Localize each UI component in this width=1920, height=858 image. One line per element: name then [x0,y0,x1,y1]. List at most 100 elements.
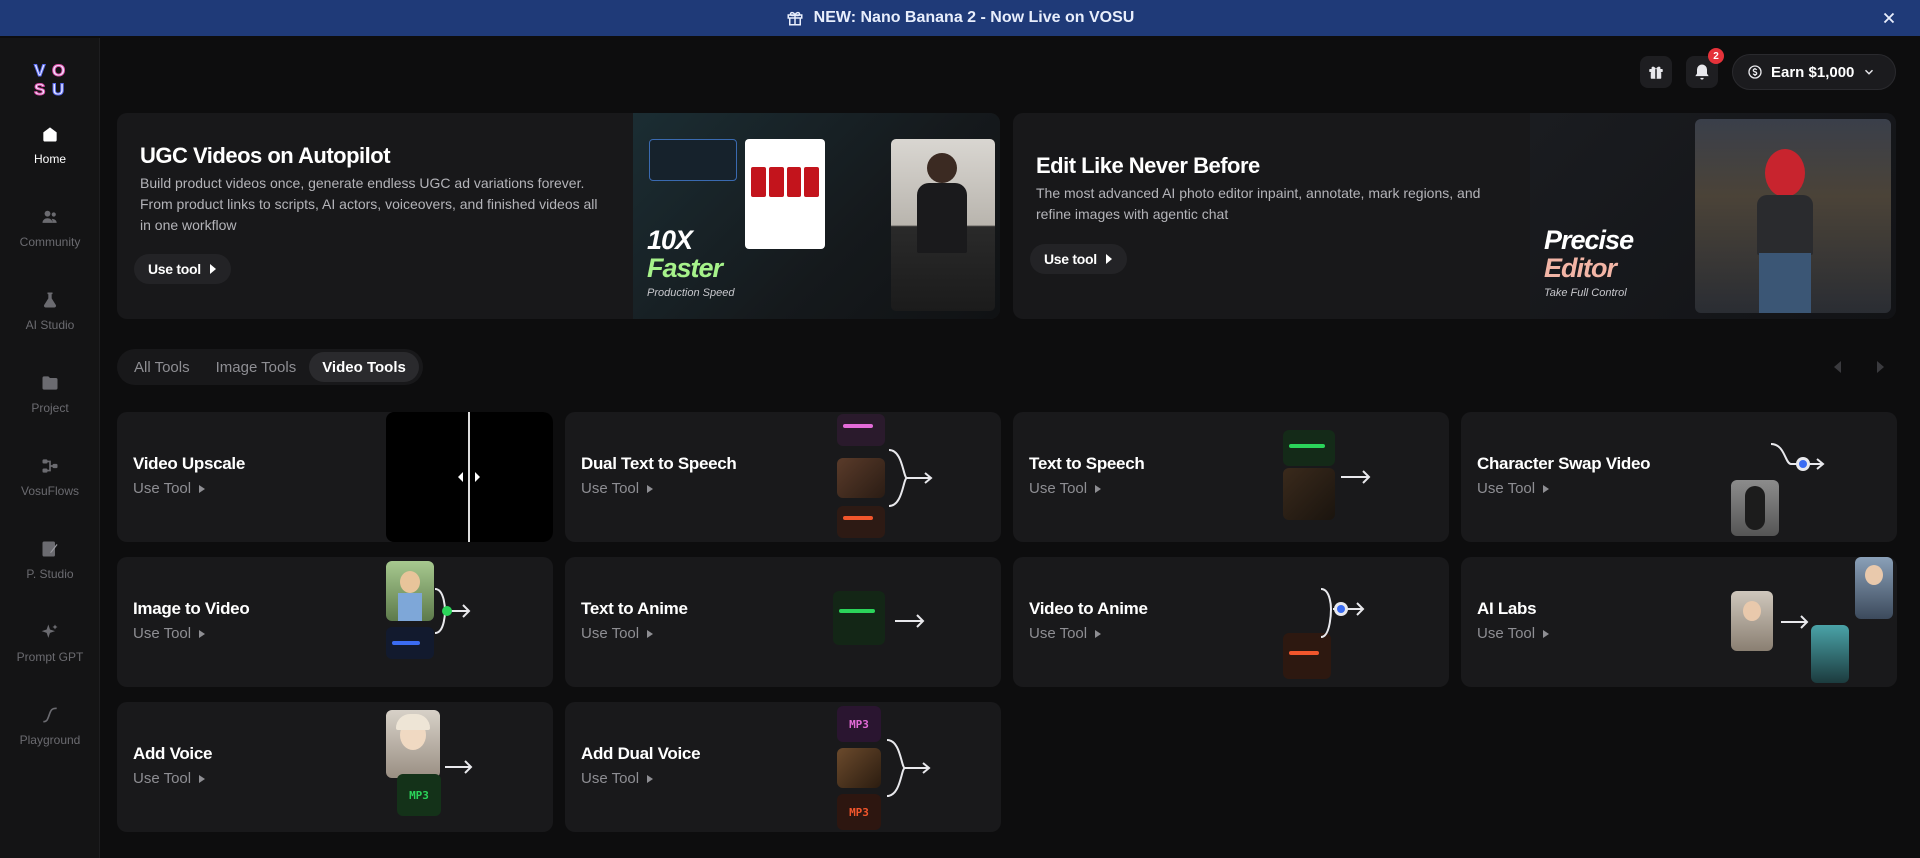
sidebar-item-ai-studio[interactable]: AI Studio [0,290,100,350]
notification-count-badge: 2 [1708,48,1724,64]
tool-card-image-to-video[interactable]: Image to Video Use Tool [117,557,553,687]
merge-arrow-icon [435,588,471,634]
tool-category-tabs: All Tools Image Tools Video Tools [117,349,423,385]
tool-title: Character Swap Video [1477,454,1651,473]
use-tool-link[interactable]: Use Tool [1477,625,1550,642]
mp3-file-icon: MP3 [837,706,881,742]
sidebar-item-home[interactable]: Home [0,124,100,184]
tool-title: Add Dual Voice [581,744,701,763]
tool-card-video-to-anime[interactable]: Video to Anime Use Tool [1013,557,1449,687]
speaker-thumbnail [837,748,881,788]
hero-card-ugc[interactable]: UGC Videos on Autopilot Build product vi… [117,113,1000,319]
tab-all-tools[interactable]: All Tools [121,352,203,382]
use-tool-label: Use Tool [1477,625,1536,642]
editor-photo [1695,119,1891,313]
announcement-banner[interactable]: NEW: Nano Banana 2 - Now Live on VOSU [0,0,1920,36]
tool-card-video-upscale[interactable]: Video Upscale Use Tool [117,412,553,542]
sidebar-item-p-studio[interactable]: P. Studio [0,539,100,599]
woman-thumbnail [386,710,440,778]
tool-title: Image to Video [133,599,250,618]
tool-card-text-to-speech[interactable]: Text to Speech Use Tool [1013,412,1449,542]
hero-title: UGC Videos on Autopilot [140,143,391,168]
home-icon [43,127,57,142]
sidebar-item-community[interactable]: Community [0,207,100,267]
tool-card-add-dual-voice[interactable]: Add Dual Voice Use Tool MP3 MP3 [565,702,1001,832]
mp3-label: MP3 [849,717,869,731]
play-arrow-icon [647,774,654,783]
play-arrow-icon [1095,484,1102,493]
tab-image-tools[interactable]: Image Tools [203,352,310,382]
hero-stat-caption: Production Speed [647,287,735,299]
palette-icon [42,541,58,557]
play-arrow-icon [199,629,206,638]
green-text-block [833,591,885,645]
play-arrow-icon [1095,629,1102,638]
earn-label: Earn $1,000 [1771,63,1855,81]
notifications-button[interactable]: 2 [1686,48,1724,88]
speaker-thumbnail [1283,468,1335,520]
use-tool-link[interactable]: Use Tool [1477,480,1550,497]
hero-card-editor[interactable]: Edit Like Never Before The most advanced… [1013,113,1896,319]
sidebar-item-vosuflows[interactable]: VosuFlows [0,456,100,516]
use-tool-link[interactable]: Use Tool [133,770,206,787]
script-node [649,139,737,181]
gift-button[interactable] [1640,56,1672,88]
use-tool-link[interactable]: Use Tool [581,770,654,787]
folder-icon [42,376,58,390]
curve-icon [43,707,57,723]
use-tool-link[interactable]: Use Tool [1029,625,1102,642]
use-tool-button[interactable]: Use tool [134,254,231,284]
sidebar-item-project[interactable]: Project [0,373,100,433]
pink-text-block [837,414,885,446]
tool-card-ai-labs[interactable]: AI Labs Use Tool [1461,557,1897,687]
scroll-left-icon[interactable] [1828,357,1848,377]
banner-text: NEW: Nano Banana 2 - Now Live on VOSU [813,9,1135,26]
hero-stat-precise: Precise [1544,225,1634,255]
swap-arrow-icon [1770,443,1825,471]
scroll-right-icon[interactable] [1870,357,1890,377]
gift-icon [787,11,803,26]
sidebar-item-label: Community [19,235,81,249]
tool-title: AI Labs [1477,599,1537,618]
use-tool-label: Use Tool [133,770,192,787]
use-tool-label: Use tool [1044,251,1097,267]
tool-card-dual-text-to-speech[interactable]: Dual Text to Speech Use Tool [565,412,1001,542]
use-tool-link[interactable]: Use Tool [133,625,206,642]
dollar-coin-icon [1748,65,1762,79]
blue-text-block [386,627,434,659]
hero-stat-caption: Take Full Control [1544,287,1627,299]
sidebar-item-playground[interactable]: Playground [0,705,100,765]
use-tool-button[interactable]: Use tool [1030,244,1127,274]
use-tool-link[interactable]: Use Tool [581,480,654,497]
chevron-down-icon [1865,69,1874,75]
use-tool-link[interactable]: Use Tool [133,480,206,497]
mp3-file-icon: MP3 [837,794,881,830]
mp3-file-icon: MP3 [397,774,441,816]
use-tool-link[interactable]: Use Tool [1029,480,1102,497]
play-arrow-icon [199,484,206,493]
woman-thumbnail [1731,591,1773,651]
tool-card-character-swap-video[interactable]: Character Swap Video Use Tool [1461,412,1897,542]
use-tool-label: Use Tool [581,770,640,787]
use-tool-link[interactable]: Use Tool [581,625,654,642]
bell-icon [1695,64,1709,80]
earn-button[interactable]: Earn $1,000 [1732,54,1896,90]
sparkle-icon [41,624,58,638]
sidebar-item-label: Playground [19,733,81,747]
use-tool-label: Use Tool [1029,480,1088,497]
flow-icon [42,459,58,473]
close-icon[interactable] [1880,9,1898,27]
actor-video-node [891,139,995,311]
tool-card-text-to-anime[interactable]: Text to Anime Use Tool [565,557,1001,687]
use-tool-label: Use tool [148,261,201,277]
hero-image-ugc: 10X Faster Production Speed [633,113,1000,319]
arrow-right-icon [1341,470,1371,484]
hero-stat-faster: Faster [647,253,723,283]
use-tool-label: Use Tool [1029,625,1088,642]
product-image-node [745,139,825,249]
play-arrow-icon [199,774,206,783]
hero-image-editor: Precise Editor Take Full Control [1530,113,1896,319]
tool-card-add-voice[interactable]: Add Voice Use Tool MP3 [117,702,553,832]
tab-video-tools[interactable]: Video Tools [309,352,419,382]
sidebar-item-prompt-gpt[interactable]: Prompt GPT [0,622,100,682]
